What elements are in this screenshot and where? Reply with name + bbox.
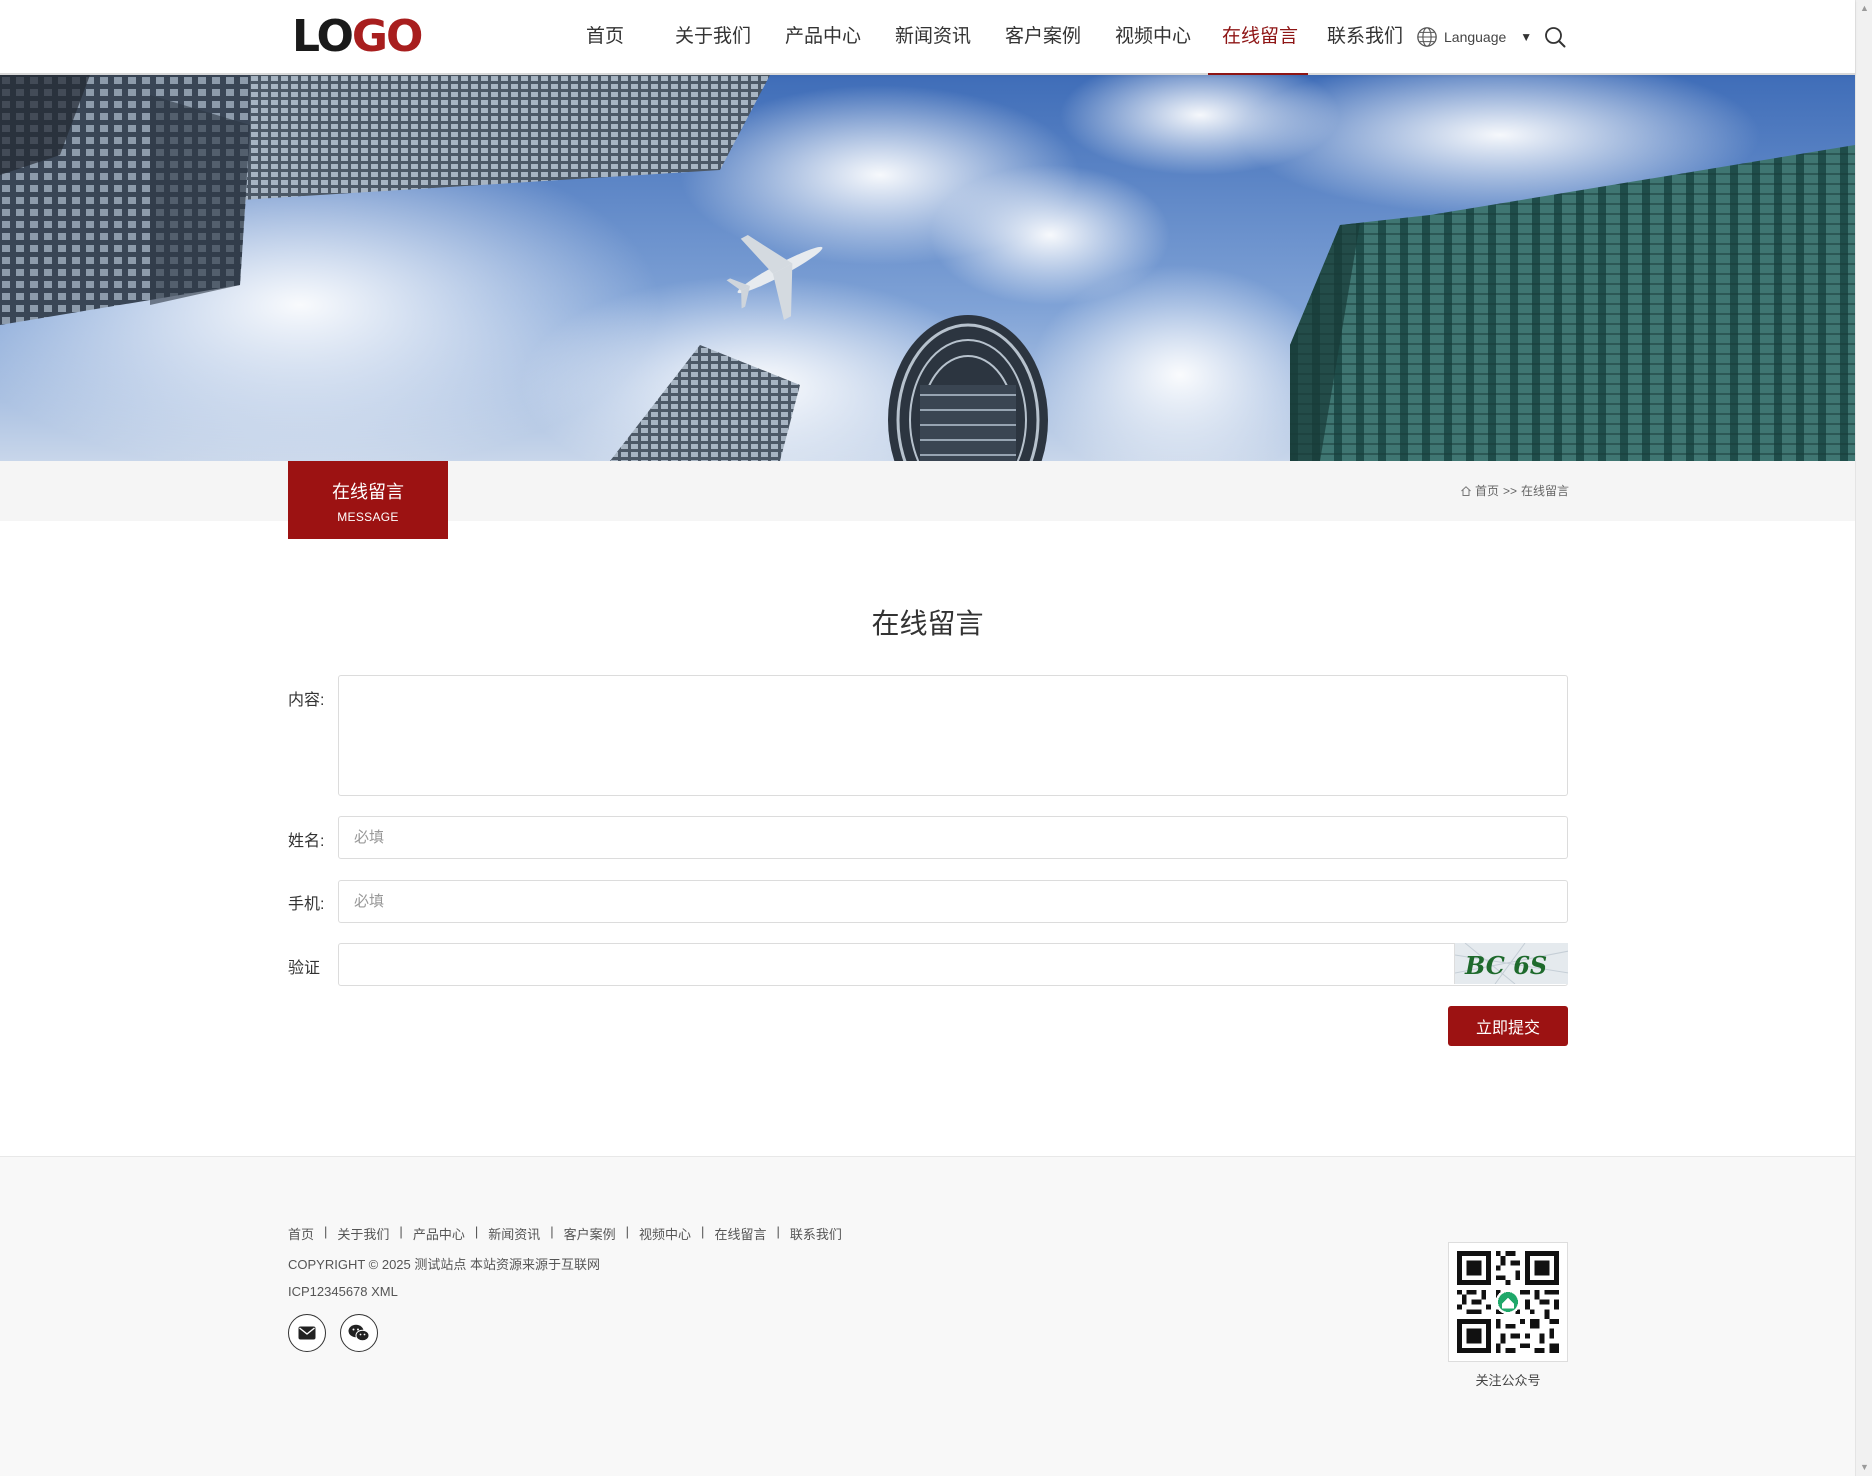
phone-label: 手机: — [288, 896, 325, 913]
copyright-text: COPYRIGHT © 2025 测试站点 本站资源来源于互联网 — [288, 1257, 600, 1272]
home-icon — [1461, 485, 1471, 496]
content-textarea[interactable] — [338, 675, 1568, 796]
globe-icon — [1417, 27, 1437, 47]
content-label: 内容: — [288, 692, 325, 709]
footer-link-products[interactable]: 产品中心 — [413, 1224, 465, 1243]
captcha-image[interactable]: BC 6S — [1454, 943, 1568, 984]
footer-nav: 首页 | 关于我们 | 产品中心 | 新闻资讯 | 客户案例 | 视频中心 | 在线留言 | … — [288, 1224, 842, 1243]
footer-link-about[interactable]: 关于我们 — [337, 1224, 389, 1243]
email-button[interactable] — [288, 1314, 326, 1352]
name-label: 姓名: — [288, 833, 325, 850]
footer-link-contact[interactable]: 联系我们 — [790, 1224, 842, 1243]
nav-item-products[interactable]: 产品中心 — [768, 0, 878, 75]
captcha-label: 验证 — [288, 960, 321, 977]
icp-text[interactable]: ICP12345678 XML — [288, 1284, 398, 1299]
social-links — [288, 1314, 392, 1352]
banner-image — [0, 75, 1855, 461]
breadcrumb: 首页 >> 在线留言 — [1460, 482, 1569, 499]
footer-link-home[interactable]: 首页 — [288, 1224, 314, 1243]
qr-code-graphic — [1457, 1251, 1559, 1353]
nav-item-contact[interactable]: 联系我们 — [1308, 0, 1422, 75]
footer-link-news[interactable]: 新闻资讯 — [488, 1224, 540, 1243]
footer-link-video[interactable]: 视频中心 — [639, 1224, 691, 1243]
breadcrumb-home[interactable]: 首页 — [1475, 482, 1499, 499]
section-title-en: MESSAGE — [337, 510, 399, 524]
nav-item-cases[interactable]: 客户案例 — [988, 0, 1098, 75]
nav-item-news[interactable]: 新闻资讯 — [878, 0, 988, 75]
footer-nav-divider: | — [625, 1224, 630, 1239]
wechat-button[interactable] — [340, 1314, 378, 1352]
scroll-down-icon[interactable]: ▼ — [1856, 1459, 1872, 1476]
chevron-down-icon: ▼ — [1520, 30, 1533, 44]
name-input[interactable] — [338, 816, 1568, 859]
footer-nav-divider: | — [324, 1224, 328, 1239]
language-label: Language — [1444, 29, 1507, 45]
phone-input[interactable] — [338, 880, 1568, 923]
footer-nav-divider: | — [399, 1224, 403, 1239]
breadcrumb-current: 在线留言 — [1520, 484, 1569, 498]
site-footer — [0, 1156, 1855, 1476]
footer-nav-divider: | — [701, 1224, 705, 1239]
footer-nav-divider: | — [550, 1224, 554, 1239]
captcha-input[interactable] — [338, 943, 1568, 986]
search-icon[interactable] — [1543, 25, 1567, 49]
nav-item-video[interactable]: 视频中心 — [1098, 0, 1208, 75]
scroll-up-icon[interactable]: ▲ — [1856, 0, 1872, 17]
submit-button[interactable]: 立即提交 — [1448, 1006, 1568, 1046]
captcha-text: BC 6S — [1464, 951, 1547, 980]
nav-item-message[interactable]: 在线留言 — [1208, 0, 1308, 75]
site-header: LO GO 首页 关于我们 产品中心 新闻资讯 客户案例 视频中心 在线留言 联系… — [0, 0, 1855, 75]
breadcrumb-separator: >> — [1502, 483, 1517, 498]
page: LO GO 首页 关于我们 产品中心 新闻资讯 客户案例 视频中心 在线留言 联系… — [0, 0, 1855, 1476]
captcha-graphic: BC 6S — [1455, 943, 1568, 984]
vertical-scrollbar[interactable]: ▲ ▼ — [1855, 0, 1872, 1476]
section-title-tab: 在线留言 MESSAGE — [288, 461, 448, 539]
footer-nav-divider: | — [776, 1224, 780, 1239]
footer-link-message[interactable]: 在线留言 — [714, 1224, 766, 1243]
site-logo[interactable]: LO GO — [292, 11, 424, 62]
hero-banner — [0, 75, 1855, 461]
section-title-cn: 在线留言 — [332, 482, 404, 502]
footer-nav-divider: | — [474, 1224, 479, 1239]
qr-code — [1448, 1242, 1568, 1362]
nav-item-home[interactable]: 首页 — [552, 0, 658, 75]
footer-link-cases[interactable]: 客户案例 — [564, 1224, 616, 1243]
main-nav: 首页 关于我们 产品中心 新闻资讯 客户案例 视频中心 在线留言 联系我们 — [552, 0, 1422, 75]
form-title: 在线留言 — [871, 608, 984, 639]
logo-text-left: LO — [292, 11, 354, 62]
logo-text-right: GO — [351, 11, 424, 62]
nav-item-about[interactable]: 关于我们 — [658, 0, 768, 75]
email-icon — [298, 1326, 316, 1340]
qr-code-label: 关注公众号 — [1475, 1373, 1541, 1388]
wechat-icon — [348, 1324, 370, 1342]
language-selector[interactable]: Language ▼ — [1416, 24, 1532, 50]
sub-bar — [0, 461, 1855, 521]
